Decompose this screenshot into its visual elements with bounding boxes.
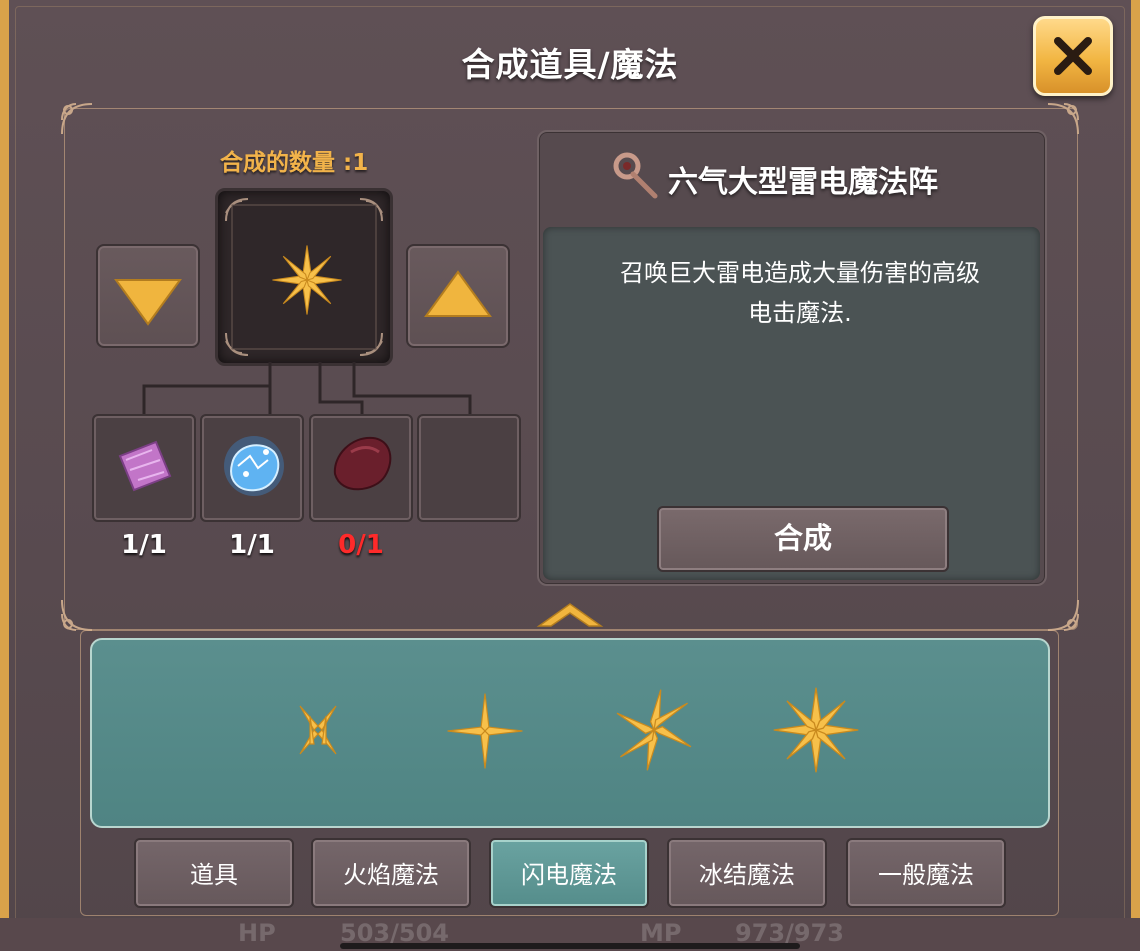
craft-result-slot [215, 188, 393, 366]
item-description-line-1: 召唤巨大雷电造成大量伤害的高级 [620, 259, 980, 287]
ornament-corner-bl [61, 599, 93, 631]
blue-energy-orb-icon [224, 436, 284, 496]
ornament-corner-tl [61, 103, 93, 135]
triangle-down-icon [114, 279, 182, 326]
lightning-magic-circle-icon [272, 245, 342, 315]
close-icon [1054, 37, 1092, 75]
tab-fire-magic[interactable]: 火焰魔法 [311, 838, 471, 908]
dialog-title: 合成道具/魔法 [461, 45, 679, 84]
item-description-line-2: 电击魔法. [748, 299, 852, 327]
hud-hp-label: HP [238, 919, 276, 947]
close-button[interactable] [1033, 16, 1113, 96]
tab-general-magic[interactable]: 一般魔法 [846, 838, 1006, 908]
item-title: 六气大型雷电魔法阵 [668, 165, 938, 200]
lightning-star-icon[interactable] [612, 686, 696, 774]
ingredient-connector-lines [142, 362, 472, 422]
ingredient-slot-2[interactable] [200, 414, 304, 522]
increase-quantity-button[interactable] [406, 244, 510, 348]
ingredient-slot-3[interactable] [309, 414, 413, 522]
tab-items[interactable]: 道具 [134, 838, 294, 908]
ingredient-count-1: 1/1 [121, 530, 167, 560]
purple-crystal-icon [118, 440, 172, 492]
ornament-corner-tr [1047, 103, 1079, 135]
ingredient-slot-1[interactable] [92, 414, 196, 522]
lightning-cross-icon[interactable] [446, 692, 524, 770]
tab-ice-magic[interactable]: 冰结魔法 [667, 838, 827, 908]
craft-button[interactable]: 合成 [657, 506, 949, 572]
ornament-corner-br [1047, 599, 1079, 631]
lightning-star-large-icon[interactable] [772, 686, 860, 774]
ingredient-count-2: 1/1 [229, 530, 275, 560]
ingredient-count-3: 0/1 [338, 530, 384, 560]
item-description: 召唤巨大雷电造成大量伤害的高级 电击魔法. [575, 253, 1025, 333]
magic-staff-icon [613, 152, 658, 199]
chevron-up-icon[interactable] [535, 598, 605, 630]
dark-red-ore-icon [333, 436, 392, 491]
ingredient-slot-4-empty[interactable] [417, 414, 521, 522]
magic-list-strip [90, 638, 1050, 828]
craft-quantity-label: 合成的数量 :1 [220, 150, 369, 176]
lightning-spark-small-icon[interactable] [288, 700, 348, 760]
decrease-quantity-button[interactable] [96, 244, 200, 348]
triangle-up-icon [424, 270, 492, 317]
home-indicator [340, 943, 800, 949]
tab-lightning-magic[interactable]: 闪电魔法 [489, 838, 649, 908]
